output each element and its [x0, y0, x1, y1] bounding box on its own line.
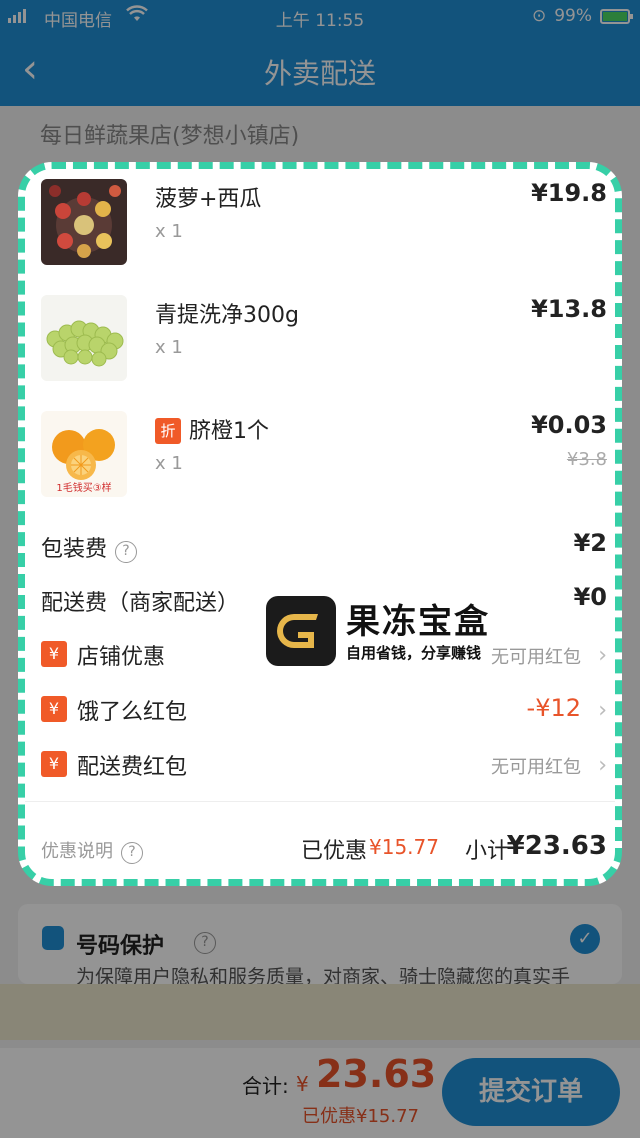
- packing-fee-row: 包装费? ¥2: [41, 529, 607, 565]
- item-image: [41, 179, 127, 265]
- delivery-red-packet-row[interactable]: ¥ 配送费红包 无可用红包 ›: [41, 749, 607, 785]
- red-packet-value: -¥12: [526, 694, 581, 722]
- watermark-title: 果冻宝盒: [346, 602, 490, 642]
- item-quantity: x 1: [155, 221, 183, 242]
- yuan-badge-icon: ¥: [41, 641, 67, 667]
- divider: [25, 801, 615, 802]
- item-price: ¥19.8: [531, 179, 607, 207]
- watermark: 果冻宝盒 自用省钱，分享赚钱: [266, 596, 528, 668]
- yuan-badge-icon: ¥: [41, 751, 67, 777]
- item-image-caption: 1毛钱买③样: [56, 481, 111, 494]
- discount-note-link[interactable]: 优惠说明?: [41, 837, 143, 864]
- saved-value: ¥15.77: [369, 835, 439, 859]
- item-name: 青提洗净300g: [155, 303, 299, 328]
- delivery-fee-value: ¥0: [573, 583, 607, 611]
- chevron-right-icon: ›: [598, 753, 607, 778]
- store-discount-label: 店铺优惠: [77, 645, 166, 670]
- item-quantity: x 1: [155, 453, 183, 474]
- item-name: 菠萝+西瓜: [155, 187, 262, 212]
- item-original-price: ¥3.8: [566, 449, 607, 470]
- watermark-subtitle: 自用省钱，分享赚钱: [346, 644, 482, 662]
- red-packet-label: 饿了么红包: [77, 700, 188, 725]
- item-price: ¥13.8: [531, 295, 607, 323]
- help-icon[interactable]: ?: [115, 541, 138, 563]
- help-icon[interactable]: ?: [121, 842, 143, 864]
- packing-fee-label: 包装费?: [41, 531, 138, 563]
- item-price: ¥0.03: [531, 411, 607, 439]
- delivery-red-packet-value: 无可用红包: [491, 757, 581, 778]
- discount-tag: 折: [155, 418, 181, 444]
- item-image: 1毛钱买③样: [41, 411, 127, 497]
- order-item: 菠萝+西瓜 x 1 ¥19.8: [41, 179, 607, 279]
- yuan-badge-icon: ¥: [41, 696, 67, 722]
- red-packet-row[interactable]: ¥ 饿了么红包 -¥12 ›: [41, 694, 607, 730]
- order-summary-card: 菠萝+西瓜 x 1 ¥19.8 青提洗净300g x 1 ¥13.8 1毛钱买③…: [18, 162, 622, 886]
- item-image: [41, 295, 127, 381]
- delivery-fee-label: 配送费（商家配送）: [41, 591, 240, 616]
- subtotal-label: 小计: [465, 839, 510, 864]
- chevron-right-icon: ›: [598, 698, 607, 723]
- item-name-text: 脐橙1个: [189, 419, 269, 444]
- delivery-red-packet-label: 配送费红包: [77, 755, 188, 780]
- item-name: 折脐橙1个: [155, 413, 269, 445]
- order-item: 1毛钱买③样 折脐橙1个 x 1 ¥0.03 ¥3.8: [41, 411, 607, 511]
- watermark-logo-icon: [266, 596, 336, 666]
- chevron-right-icon: ›: [598, 643, 607, 668]
- packing-fee-value: ¥2: [573, 529, 607, 557]
- order-summary-footer: 优惠说明? 已优惠 ¥15.77 小计 ¥23.63: [41, 831, 607, 869]
- order-item: 青提洗净300g x 1 ¥13.8: [41, 295, 607, 395]
- saved-label: 已优惠: [301, 839, 368, 864]
- item-quantity: x 1: [155, 337, 183, 358]
- subtotal-value: ¥23.63: [506, 831, 607, 861]
